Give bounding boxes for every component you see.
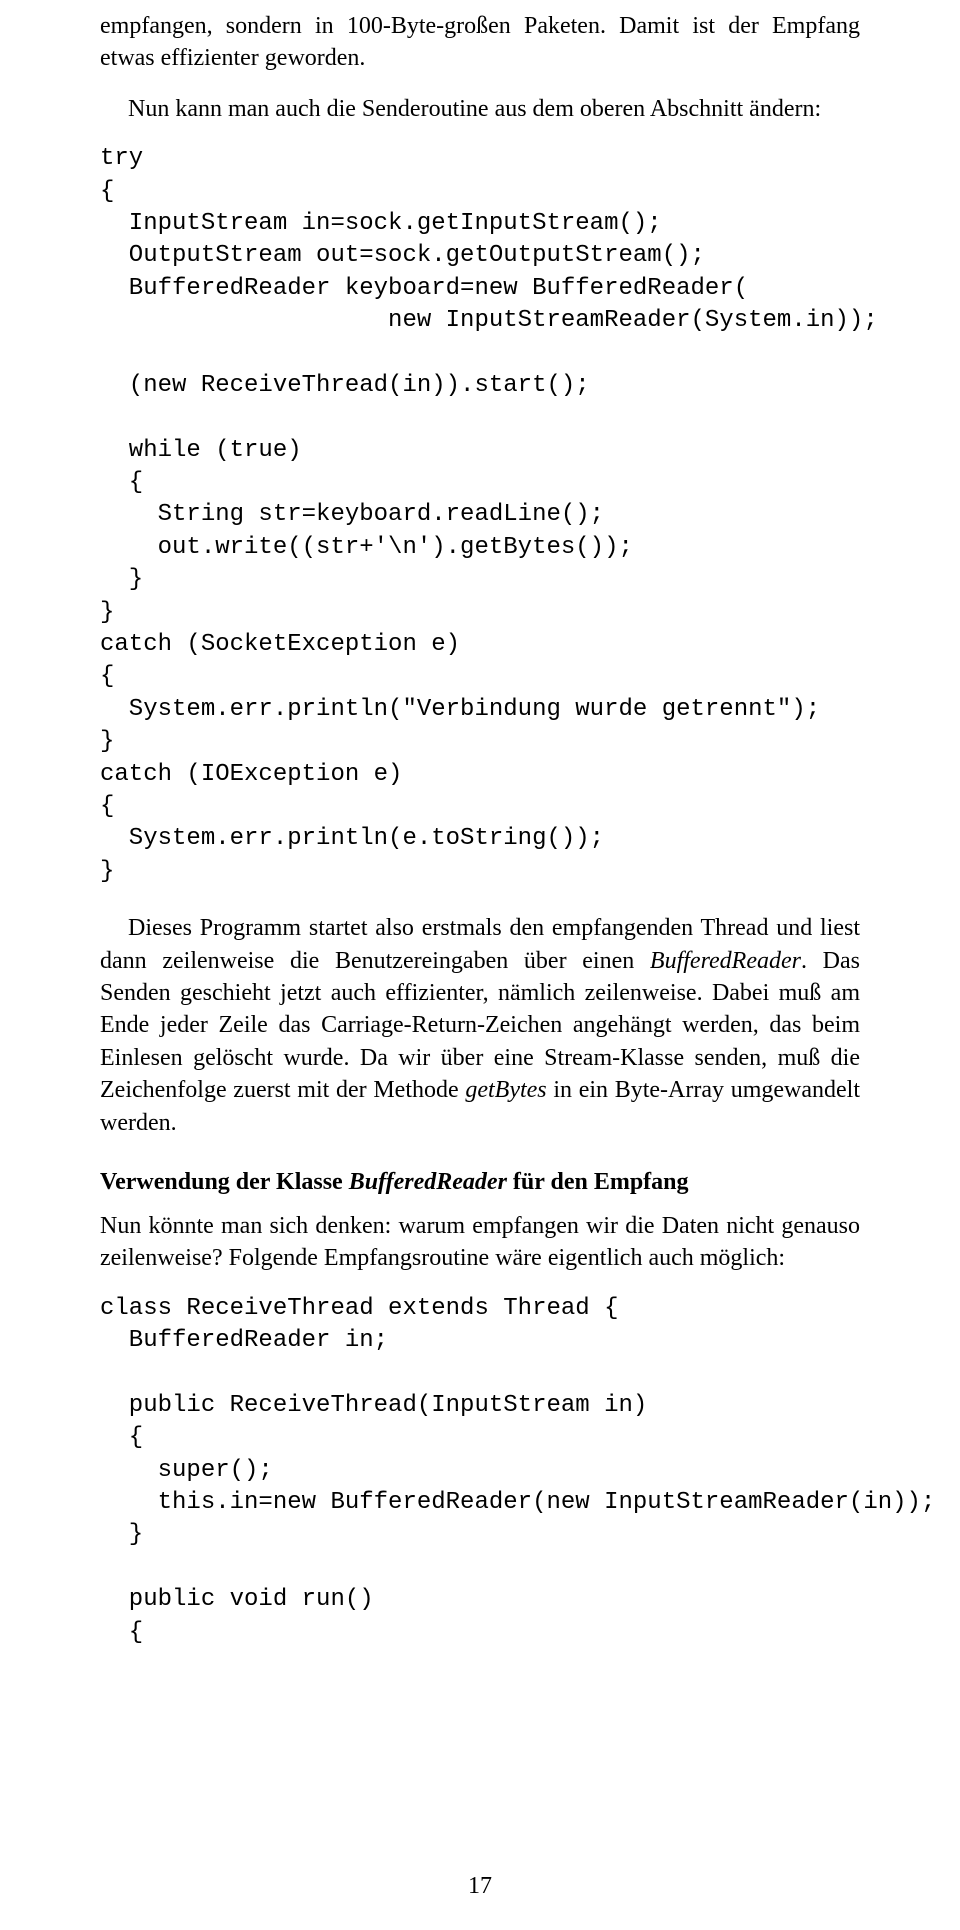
body-paragraph: empfangen, sondern in 100-Byte-großen Pa…	[100, 10, 860, 75]
body-paragraph: Nun kann man auch die Senderoutine aus d…	[100, 93, 860, 125]
heading-text: für den Empfang	[507, 1169, 689, 1195]
page-number: 17	[0, 1873, 960, 1900]
body-paragraph: Dieses Programm startet also erstmals de…	[100, 912, 860, 1139]
document-page: empfangen, sondern in 100-Byte-großen Pa…	[0, 0, 960, 1930]
heading-text: Verwendung der Klasse	[100, 1169, 349, 1195]
italic-term: getBytes	[465, 1077, 546, 1103]
code-block: try { InputStream in=sock.getInputStream…	[100, 143, 860, 888]
body-paragraph: Nun könnte man sich denken: warum empfan…	[100, 1210, 860, 1275]
italic-term: BufferedReader	[650, 948, 801, 974]
code-block: class ReceiveThread extends Thread { Buf…	[100, 1293, 860, 1649]
italic-term: BufferedReader	[349, 1169, 507, 1195]
section-heading: Verwendung der Klasse BufferedReader für…	[100, 1169, 860, 1196]
